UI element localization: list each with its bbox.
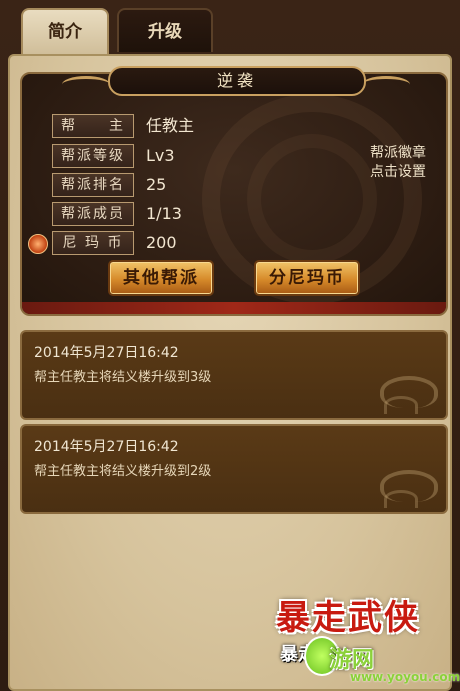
label-guild-leader: 帮 主 — [52, 114, 134, 138]
guild-info-panel: 逆袭 帮 主 任教主 帮派等级 Lv3 帮派排名 25 帮派成员 1/13 尼 … — [20, 66, 448, 316]
news-time: 2014年5月27日16:42 — [34, 439, 179, 455]
other-guilds-button[interactable]: 其他帮派 — [108, 260, 214, 296]
label-guild-members: 帮派成员 — [52, 202, 134, 226]
news-item: 2014年5月27日16:42 帮主任教主将结义楼升级到2级 — [20, 424, 448, 514]
banner-ornament-right — [362, 76, 410, 93]
watermark-title: 暴走武侠 — [276, 598, 420, 638]
tab-upgrade[interactable]: 升级 — [117, 8, 213, 52]
badge-hint-line2: 点击设置 — [370, 164, 426, 180]
coin-icon — [28, 234, 48, 254]
cloud-ornament-small — [384, 490, 418, 508]
value-guild-level: Lv3 — [146, 146, 175, 165]
value-guild-leader: 任教主 — [146, 116, 195, 135]
tab-intro[interactable]: 简介 — [21, 8, 109, 56]
watermark-logo: 暴走武侠 暴走 游网 www.yoyou.com — [270, 590, 460, 691]
news-text: 帮主任教主将结义楼升级到3级 — [34, 370, 212, 385]
value-nima-coins: 200 — [146, 233, 177, 252]
guild-badge-hint[interactable]: 帮派徽章 点击设置 — [358, 144, 438, 182]
news-text: 帮主任教主将结义楼升级到2级 — [34, 464, 212, 479]
guild-name-banner: 逆袭 — [108, 66, 366, 96]
news-time: 2014年5月27日16:42 — [34, 345, 179, 361]
label-guild-rank: 帮派排名 — [52, 173, 134, 197]
watermark-url: www.yoyou.com — [350, 670, 460, 684]
app-frame: 升级 简介 逆袭 帮 主 任教主 帮派等级 Lv3 帮派排名 25 帮派成员 1… — [0, 0, 460, 691]
value-guild-members: 1/13 — [146, 204, 182, 223]
badge-hint-line1: 帮派徽章 — [370, 145, 426, 161]
news-item: 2014年5月27日16:42 帮主任教主将结义楼升级到3级 — [20, 330, 448, 420]
value-guild-rank: 25 — [146, 175, 167, 194]
cloud-ornament-small — [384, 396, 418, 414]
label-nima-coins: 尼 玛 币 — [52, 231, 134, 255]
panel-bottom-bar — [22, 302, 446, 314]
give-coins-button[interactable]: 分尼玛币 — [254, 260, 360, 296]
banner-ornament-left — [62, 76, 110, 93]
label-guild-level: 帮派等级 — [52, 144, 134, 168]
